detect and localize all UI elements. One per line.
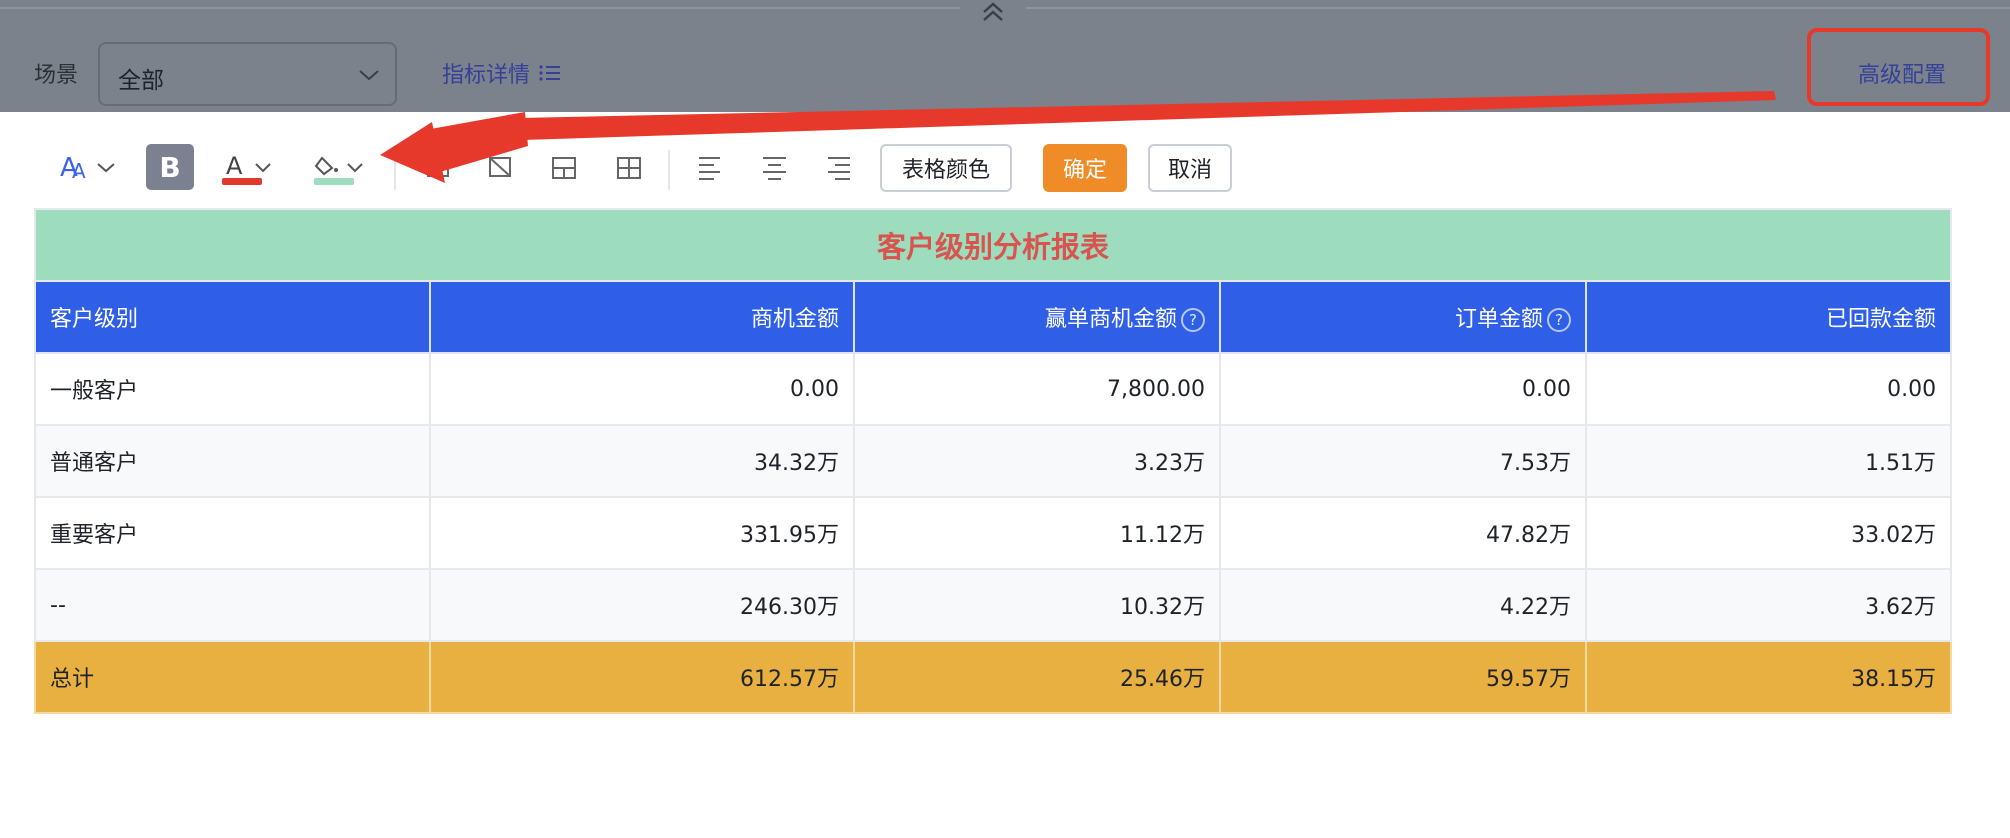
header-cell[interactable]: 商机金额: [429, 280, 855, 354]
insert-row-icon[interactable]: [549, 144, 579, 190]
table-header-row: 客户级别 商机金额 赢单商机金额? 订单金额? 已回款金额: [34, 280, 1953, 354]
table-row: 一般客户 0.00 7,800.00 0.00 0.00: [34, 352, 1953, 426]
table-total-row: 总计 612.57万 25.46万 59.57万 38.15万: [34, 640, 1953, 714]
scene-label: 场景: [34, 63, 79, 88]
table-cell[interactable]: 34.32万: [429, 424, 855, 498]
report-table: 客户级别分析报表 客户级别 商机金额 赢单商机金额? 订单金额? 已回款金额 一…: [33, 208, 1953, 714]
help-icon[interactable]: ?: [1181, 308, 1205, 332]
align-left-icon[interactable]: [696, 144, 726, 190]
chevron-down-icon: [359, 70, 379, 81]
table-cell[interactable]: 一般客户: [34, 352, 431, 426]
bold-button[interactable]: B: [146, 144, 194, 190]
table-cell[interactable]: 7.53万: [1219, 424, 1587, 498]
divider: [0, 7, 960, 9]
table-cell[interactable]: 0.00: [1584, 352, 1953, 426]
total-cell[interactable]: 25.46万: [853, 640, 1221, 714]
table-cell[interactable]: 7,800.00: [853, 352, 1221, 426]
total-cell[interactable]: 59.57万: [1219, 640, 1587, 714]
table-row: 普通客户 34.32万 3.23万 7.53万 1.51万: [34, 424, 1953, 498]
table-cell[interactable]: 3.62万: [1584, 568, 1953, 642]
table-cell[interactable]: 10.32万: [853, 568, 1221, 642]
header-cell[interactable]: 客户级别: [34, 280, 431, 354]
header-cell[interactable]: 已回款金额: [1584, 280, 1953, 354]
table-grid-icon[interactable]: [614, 144, 644, 190]
align-right-icon[interactable]: [824, 144, 854, 190]
table-row: -- 246.30万 10.32万 4.22万 3.62万: [34, 568, 1953, 642]
table-cell[interactable]: 11.12万: [853, 496, 1221, 570]
svg-text:A: A: [72, 159, 86, 183]
total-cell[interactable]: 38.15万: [1584, 640, 1953, 714]
table-cell[interactable]: 0.00: [429, 352, 855, 426]
header-label: 赢单商机金额: [1044, 307, 1177, 332]
collapse-up-icon[interactable]: [978, 0, 1008, 22]
font-color-icon[interactable]: A: [220, 144, 280, 190]
toolbar-divider: [394, 150, 396, 190]
table-cell[interactable]: --: [34, 568, 431, 642]
table-cell[interactable]: 33.02万: [1584, 496, 1953, 570]
scene-select[interactable]: 全部: [98, 42, 397, 106]
table-cell[interactable]: 0.00: [1219, 352, 1587, 426]
fill-color-icon[interactable]: [312, 144, 374, 190]
table-cell[interactable]: 4.22万: [1219, 568, 1587, 642]
font-size-icon[interactable]: A A: [58, 144, 124, 190]
table-color-button[interactable]: 表格颜色: [880, 144, 1012, 192]
table-cell[interactable]: 普通客户: [34, 424, 431, 498]
total-cell[interactable]: 总计: [34, 640, 431, 714]
total-cell[interactable]: 612.57万: [429, 640, 855, 714]
metric-detail-link[interactable]: 指标详情: [442, 57, 562, 89]
help-icon[interactable]: ?: [1547, 308, 1571, 332]
filter-bar: 场景 全部 指标详情 高级配置: [0, 0, 2010, 112]
table-cell[interactable]: 3.23万: [853, 424, 1221, 498]
merge-cells-icon[interactable]: [424, 144, 454, 190]
header-cell-won-amount[interactable]: 赢单商机金额?: [853, 280, 1221, 354]
table-cell[interactable]: 331.95万: [429, 496, 855, 570]
svg-text:A: A: [226, 152, 243, 180]
metric-detail-label: 指标详情: [442, 63, 531, 88]
split-cells-icon[interactable]: [486, 144, 516, 190]
header-cell-order-amount[interactable]: 订单金额?: [1219, 280, 1587, 354]
table-cell[interactable]: 47.82万: [1219, 496, 1587, 570]
scene-select-value: 全部: [118, 68, 164, 94]
toolbar-divider: [668, 150, 670, 190]
cancel-button[interactable]: 取消: [1148, 144, 1232, 192]
list-icon: [539, 65, 561, 81]
table-cell[interactable]: 1.51万: [1584, 424, 1953, 498]
confirm-button[interactable]: 确定: [1043, 144, 1127, 192]
header-label: 订单金额: [1454, 307, 1543, 332]
table-cell[interactable]: 246.30万: [429, 568, 855, 642]
highlight-box: [1807, 28, 1990, 106]
table-title-row: 客户级别分析报表: [33, 208, 1953, 282]
align-center-icon[interactable]: [760, 144, 790, 190]
table-row: 重要客户 331.95万 11.12万 47.82万 33.02万: [34, 496, 1953, 570]
table-cell[interactable]: 重要客户: [34, 496, 431, 570]
table-title[interactable]: 客户级别分析报表: [33, 208, 1953, 282]
divider: [1026, 7, 2010, 9]
